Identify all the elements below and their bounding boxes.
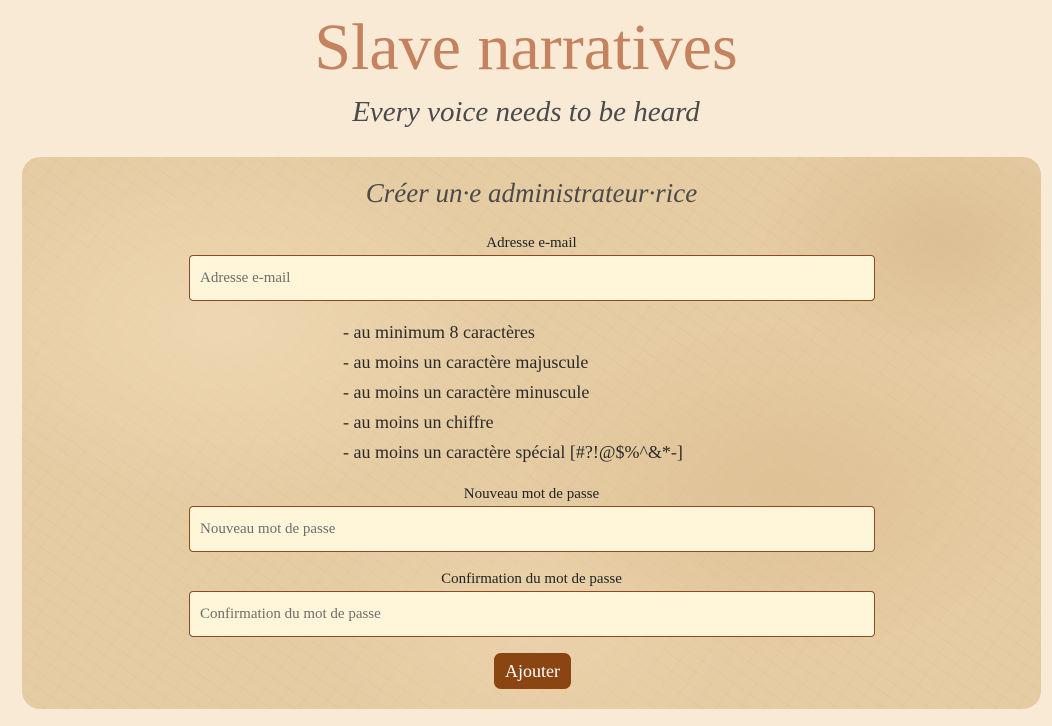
password-rule: - au moins un caractère spécial [#?!@$%^…: [343, 442, 683, 462]
site-subtitle: Every voice needs to be heard: [352, 96, 700, 128]
password-rule: - au moins un caractère majuscule: [343, 352, 589, 372]
password-rule: - au moins un chiffre: [343, 412, 494, 432]
email-label: Adresse e-mail: [486, 235, 577, 251]
confirm-password-input[interactable]: [189, 591, 875, 637]
password-rule: - au moins un caractère minuscule: [343, 382, 590, 402]
password-rules-list: - au minimum 8 caractères - au moins un …: [343, 317, 683, 467]
new-password-label: Nouveau mot de passe: [463, 486, 600, 502]
new-password-input[interactable]: [189, 506, 875, 552]
create-admin-form: Créer un·e administrateur·rice Adresse e…: [22, 157, 1041, 709]
confirm-password-label: Confirmation du mot de passe: [441, 571, 622, 587]
form-title: Créer un·e administrateur·rice: [365, 178, 698, 208]
email-input[interactable]: [189, 255, 875, 301]
site-title: Slave narratives: [314, 11, 738, 84]
password-rule: - au minimum 8 caractères: [343, 322, 535, 342]
add-button[interactable]: Ajouter: [494, 653, 571, 689]
